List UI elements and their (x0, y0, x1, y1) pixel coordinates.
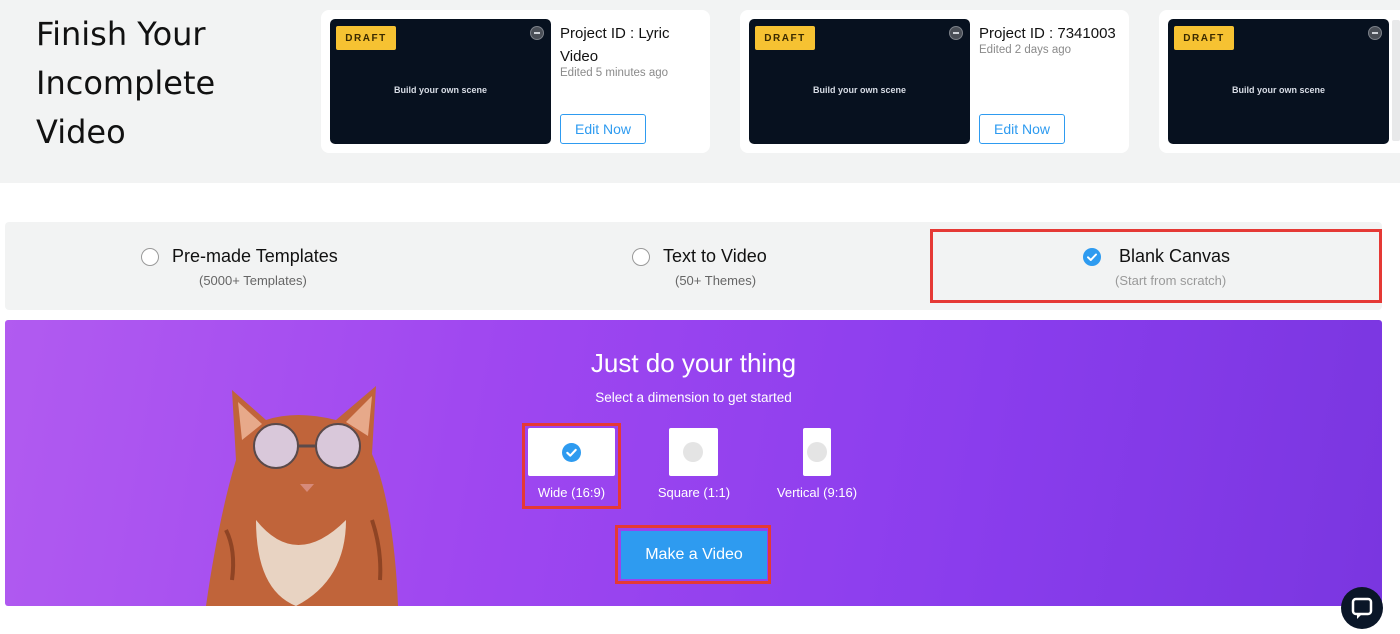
draft-badge: DRAFT (336, 26, 396, 50)
blank-canvas-highlight (930, 229, 1382, 303)
draft-thumbnail[interactable]: DRAFT Build your own scene (330, 19, 551, 144)
hero-title: Just do your thing (590, 348, 797, 378)
radio-unchecked-icon (807, 442, 827, 462)
wide-highlight (522, 423, 621, 509)
mode-sublabel: (5000+ Templates) (199, 273, 307, 288)
page-title: Finish Your Incomplete Video (36, 15, 216, 151)
radio-unchecked-icon[interactable] (141, 248, 159, 266)
edited-time: Edited 2 days ago (979, 44, 1072, 56)
draft-thumbnail[interactable]: DRAFT Build your own scene (749, 19, 970, 144)
avatar-icon (949, 26, 963, 40)
thumbnail-caption: Build your own scene (393, 85, 487, 95)
edit-now-button[interactable]: Edit Now (560, 114, 646, 144)
draft-thumbnail[interactable]: DRAFT Build your own scene (1168, 19, 1389, 144)
radio-unchecked-icon (683, 442, 703, 462)
mode-premade-templates[interactable]: Pre-made Templates (5000+ Templates) (105, 222, 405, 310)
dimension-label: Vertical (9:16) (776, 485, 858, 500)
dimension-vertical[interactable] (803, 428, 831, 476)
project-title: Project ID : Lyric Video (560, 25, 670, 65)
edit-now-button[interactable]: Edit Now (979, 114, 1065, 144)
avatar-icon (1368, 26, 1382, 40)
dimension-label: Square (1:1) (657, 485, 731, 500)
draft-card[interactable]: DRAFT Build your own scene Project ID : … (740, 10, 1129, 153)
mode-text-to-video[interactable]: Text to Video (50+ Themes) (605, 222, 845, 310)
chat-button[interactable] (1341, 587, 1383, 629)
radio-unchecked-icon[interactable] (632, 248, 650, 266)
cat-illustration (206, 386, 398, 606)
project-title: Project ID : 7341003 (979, 25, 1116, 42)
avatar-icon (530, 26, 544, 40)
mode-label: Pre-made Templates (172, 246, 338, 266)
mode-sublabel: (50+ Themes) (675, 273, 757, 288)
dimension-square[interactable] (669, 428, 718, 476)
thumbnail-caption: Build your own scene (1231, 85, 1325, 95)
draft-badge: DRAFT (1174, 26, 1234, 50)
draft-card[interactable]: DRAFT Build your own scene (1159, 10, 1400, 153)
make-video-highlight (615, 525, 771, 584)
draft-card[interactable]: DRAFT Build your own scene Project ID : … (321, 10, 710, 153)
carousel-scroll-handle[interactable] (1392, 20, 1400, 141)
draft-badge: DRAFT (755, 26, 815, 50)
edited-time: Edited 5 minutes ago (560, 67, 669, 79)
thumbnail-caption: Build your own scene (812, 85, 906, 95)
chat-icon (1351, 597, 1373, 619)
mode-label: Text to Video (663, 246, 767, 266)
